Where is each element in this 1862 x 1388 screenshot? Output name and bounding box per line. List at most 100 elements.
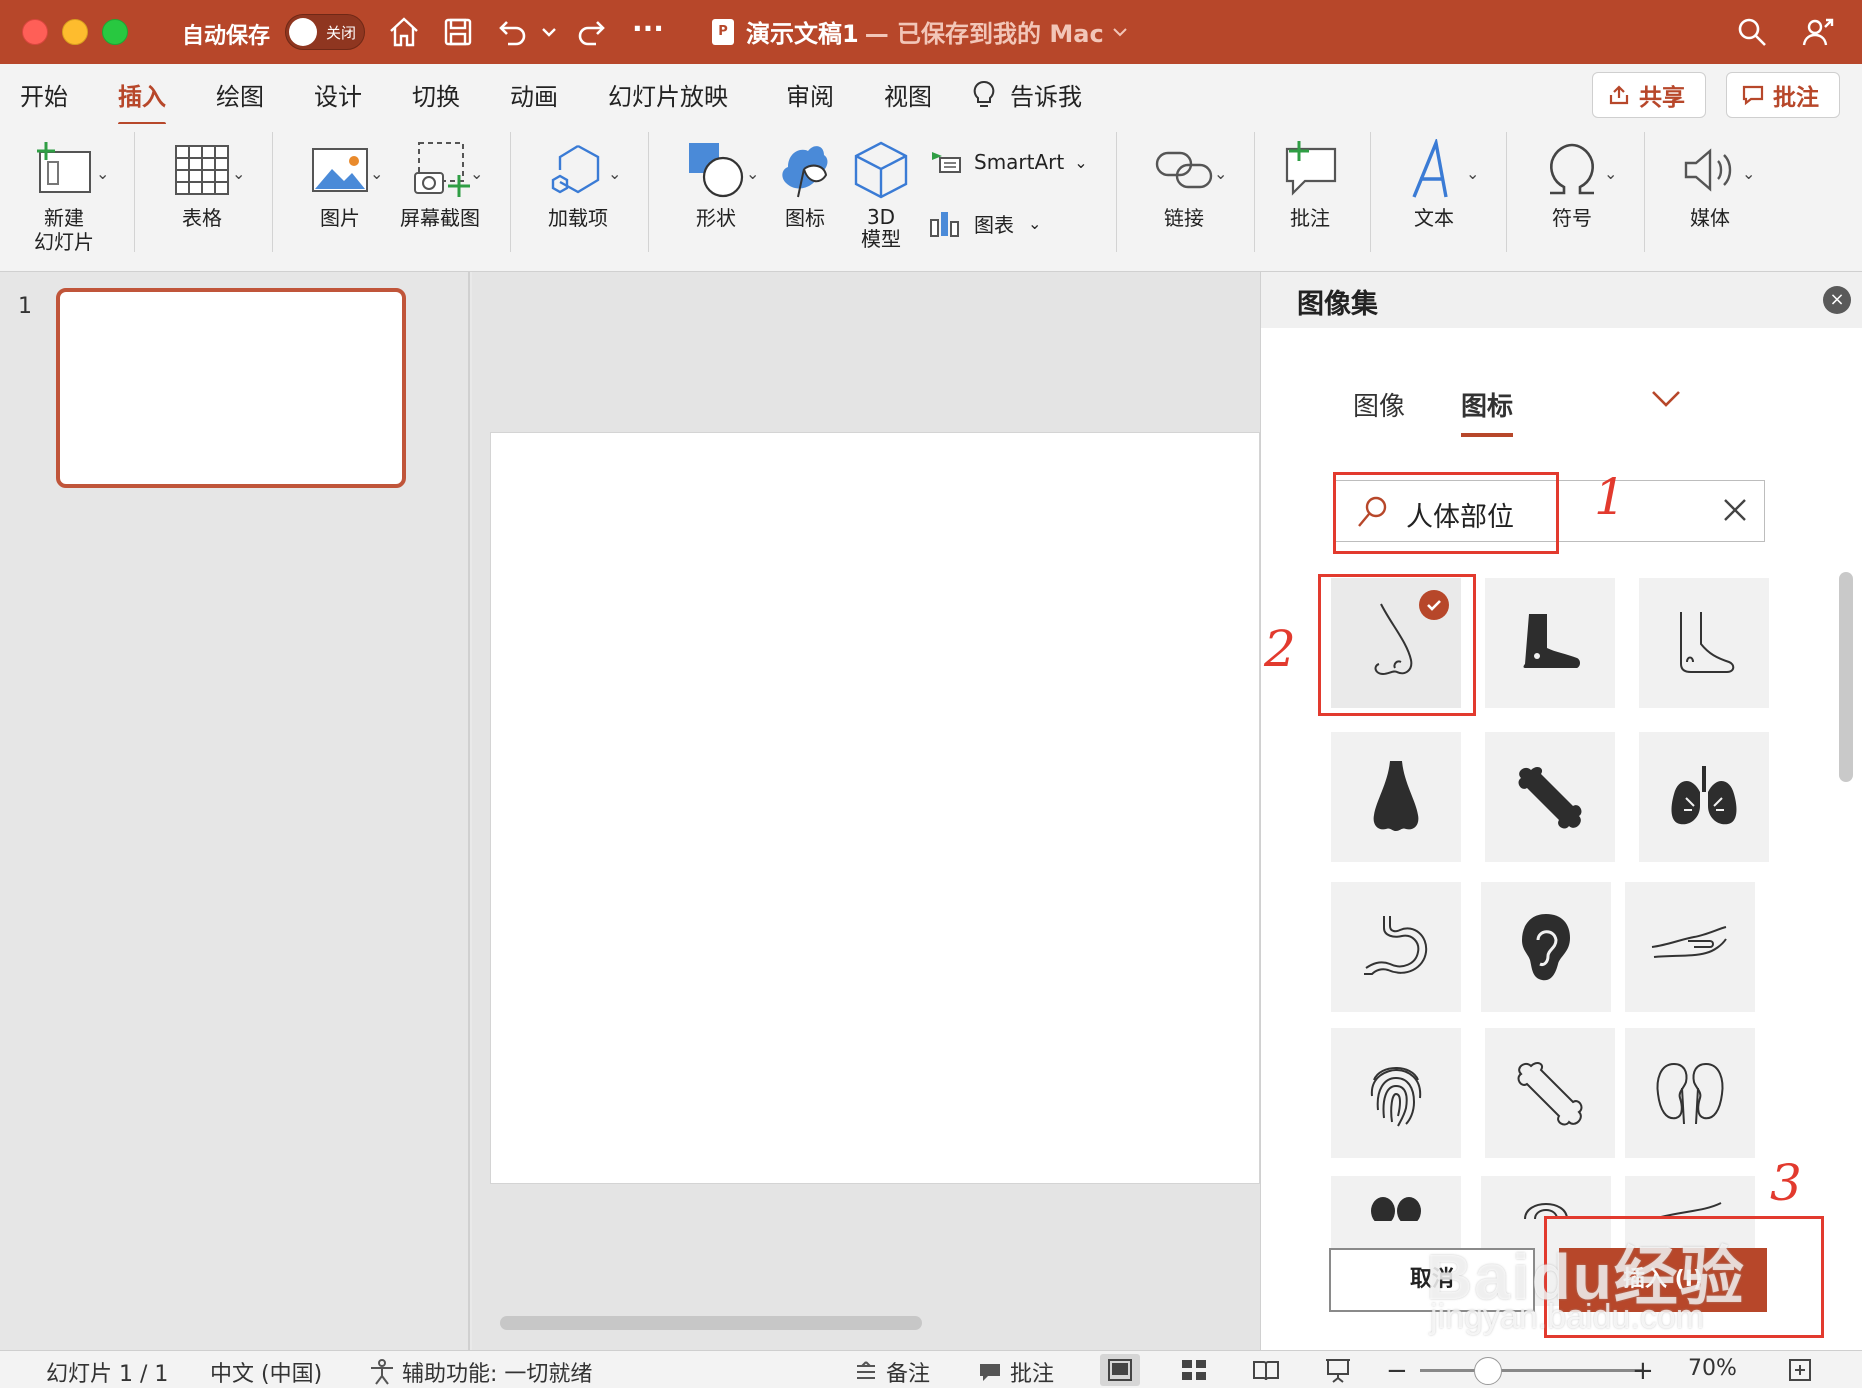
minimize-window-button[interactable] bbox=[62, 19, 88, 45]
undo-dropdown-chevron-icon[interactable] bbox=[538, 14, 560, 50]
more-options-icon[interactable]: ··· bbox=[630, 14, 666, 50]
shapes-chevron-icon[interactable]: ⌄ bbox=[746, 164, 759, 183]
smartart-icon bbox=[932, 152, 961, 173]
3d-model-button[interactable]: 3D 模型 bbox=[848, 134, 914, 250]
tab-icons[interactable]: 图标 bbox=[1461, 386, 1514, 437]
search-icon[interactable] bbox=[1734, 14, 1770, 50]
reading-view-button[interactable] bbox=[1246, 1354, 1286, 1386]
table-chevron-icon[interactable]: ⌄ bbox=[232, 164, 245, 183]
icon-tile-stomach[interactable] bbox=[1331, 882, 1461, 1012]
foot-outline-icon bbox=[1680, 612, 1735, 673]
normal-view-icon bbox=[1108, 1359, 1132, 1381]
comment-icon bbox=[980, 1364, 1000, 1381]
icon-tile-ear[interactable] bbox=[1481, 882, 1611, 1012]
picture-chevron-icon[interactable]: ⌄ bbox=[370, 164, 383, 183]
tab-transitions[interactable]: 切换 bbox=[412, 77, 460, 112]
save-icon[interactable] bbox=[440, 14, 476, 50]
powerpoint-file-icon: P bbox=[712, 18, 734, 45]
fit-to-window-button[interactable] bbox=[1780, 1354, 1820, 1386]
icon-tile-foot-outline[interactable] bbox=[1639, 578, 1769, 708]
tab-view[interactable]: 视图 bbox=[884, 77, 932, 112]
comment-icon bbox=[1742, 85, 1764, 106]
redo-icon[interactable] bbox=[574, 14, 610, 50]
chart-chevron-icon[interactable]: ⌄ bbox=[1028, 214, 1041, 233]
zoom-level[interactable]: 70% bbox=[1688, 1356, 1737, 1381]
icon-tile-hand[interactable] bbox=[1625, 882, 1755, 1012]
tab-review[interactable]: 审阅 bbox=[786, 77, 834, 112]
account-share-icon[interactable] bbox=[1800, 14, 1836, 50]
notes-button[interactable]: 备注 bbox=[854, 1356, 930, 1388]
share-button[interactable]: 共享 bbox=[1592, 72, 1706, 118]
smartart-button[interactable]: SmartArt ⌄ bbox=[928, 148, 1088, 176]
link-chevron-icon[interactable]: ⌄ bbox=[1214, 164, 1227, 183]
status-comments-button[interactable]: 批注 bbox=[978, 1356, 1054, 1388]
clear-search-icon[interactable] bbox=[1720, 495, 1750, 525]
ribbon-separator bbox=[1254, 132, 1255, 252]
language-indicator[interactable]: 中文 (中国) bbox=[210, 1356, 322, 1388]
comments-button[interactable]: 批注 bbox=[1726, 72, 1840, 118]
icon-tile-kidneys[interactable] bbox=[1625, 1028, 1755, 1158]
media-chevron-icon[interactable]: ⌄ bbox=[1742, 164, 1755, 183]
new-comment-icon bbox=[1272, 134, 1348, 206]
icon-tile-fingerprint[interactable] bbox=[1331, 1028, 1461, 1158]
slide-thumbnail-1[interactable] bbox=[56, 288, 406, 488]
tab-slide-show[interactable]: 幻灯片放映 bbox=[608, 77, 728, 112]
reading-view-icon bbox=[1253, 1361, 1279, 1381]
panel-vertical-scrollbar[interactable] bbox=[1839, 572, 1853, 782]
accessibility-status[interactable]: 辅助功能: 一切就绪 bbox=[368, 1356, 592, 1388]
category-dropdown-chevron-icon[interactable] bbox=[1649, 386, 1683, 414]
close-window-button[interactable] bbox=[22, 19, 48, 45]
icon-tile-lungs[interactable] bbox=[1639, 732, 1769, 862]
tab-animations[interactable]: 动画 bbox=[510, 77, 558, 112]
3d-model-label-2: 模型 bbox=[861, 227, 901, 251]
horizontal-scrollbar[interactable] bbox=[500, 1316, 922, 1330]
zoom-slider-track[interactable] bbox=[1420, 1369, 1642, 1372]
new-slide-button[interactable]: 新建 幻灯片 bbox=[14, 134, 114, 254]
screenshot-chevron-icon[interactable]: ⌄ bbox=[470, 164, 483, 183]
toggle-state-label: 关闭 bbox=[326, 24, 357, 42]
zoom-out-button[interactable]: − bbox=[1386, 1356, 1408, 1386]
link-label: 链接 bbox=[1164, 206, 1204, 230]
partial-hand-outline-icon bbox=[1660, 1202, 1722, 1218]
zoom-slider-knob[interactable] bbox=[1474, 1357, 1502, 1385]
icon-tile-bone-outline[interactable] bbox=[1485, 1028, 1615, 1158]
zoom-window-button[interactable] bbox=[102, 19, 128, 45]
icon-tile-bone[interactable] bbox=[1485, 732, 1615, 862]
icons-button[interactable]: 图标 bbox=[770, 134, 840, 230]
tab-design[interactable]: 设计 bbox=[314, 77, 362, 112]
autosave-toggle[interactable]: 关闭 bbox=[285, 14, 365, 50]
tab-draw[interactable]: 绘图 bbox=[216, 77, 264, 112]
close-panel-button[interactable]: × bbox=[1823, 286, 1851, 314]
zoom-in-button[interactable]: + bbox=[1632, 1356, 1654, 1386]
slide-show-view-button[interactable] bbox=[1318, 1354, 1358, 1386]
text-chevron-icon[interactable]: ⌄ bbox=[1466, 164, 1479, 183]
document-title[interactable]: P 演示文稿1 — 已保存到我的 Mac bbox=[712, 14, 1130, 49]
save-location: — 已保存到我的 Mac bbox=[864, 20, 1104, 48]
slide-1[interactable] bbox=[490, 432, 1260, 1184]
bone-icon bbox=[1518, 767, 1582, 829]
icon-tile-boot[interactable] bbox=[1485, 578, 1615, 708]
status-comments-label: 批注 bbox=[1010, 1362, 1055, 1387]
tab-insert[interactable]: 插入 bbox=[118, 77, 166, 126]
undo-icon[interactable] bbox=[494, 14, 530, 50]
tell-me-label: 告诉我 bbox=[1010, 83, 1082, 111]
tab-home[interactable]: 开始 bbox=[20, 77, 68, 112]
slide-sorter-view-button[interactable] bbox=[1174, 1354, 1214, 1386]
panel-title: 图像集 bbox=[1297, 289, 1378, 320]
comments-label: 批注 bbox=[1773, 85, 1819, 111]
addins-chevron-icon[interactable]: ⌄ bbox=[608, 164, 621, 183]
tell-me-search[interactable]: 告诉我 bbox=[970, 77, 1082, 112]
symbol-chevron-icon[interactable]: ⌄ bbox=[1604, 164, 1617, 183]
picture-label: 图片 bbox=[320, 206, 360, 230]
new-slide-chevron-icon[interactable]: ⌄ bbox=[96, 164, 109, 183]
icon-tile-nose[interactable] bbox=[1331, 732, 1461, 862]
new-slide-label-1: 新建 bbox=[44, 206, 84, 230]
lightbulb-icon bbox=[973, 80, 995, 107]
normal-view-button[interactable] bbox=[1100, 1354, 1140, 1386]
smartart-chevron-icon[interactable]: ⌄ bbox=[1074, 153, 1087, 172]
chart-button[interactable]: 图表 ⌄ bbox=[928, 208, 1041, 238]
new-comment-button[interactable]: 批注 bbox=[1272, 134, 1348, 230]
tab-images[interactable]: 图像 bbox=[1353, 386, 1405, 423]
ribbon-separator bbox=[510, 132, 511, 252]
home-icon[interactable] bbox=[386, 14, 422, 50]
